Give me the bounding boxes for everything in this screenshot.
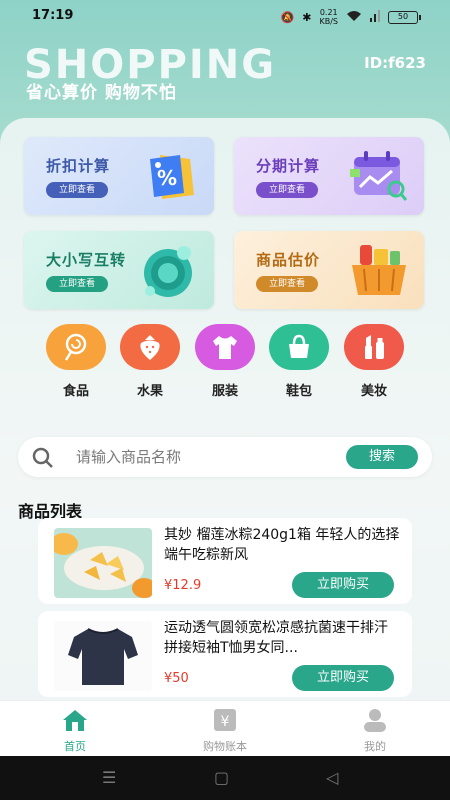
category-icon-bg <box>269 324 329 370</box>
lipstick-icon <box>365 335 384 359</box>
lollipop-icon <box>64 333 87 361</box>
view-button[interactable]: 立即查看 <box>46 182 108 198</box>
search-icon <box>32 447 53 468</box>
home-icon <box>25 707 125 733</box>
category-clothing[interactable]: 服装 <box>195 324 255 399</box>
search-bar: 搜索 <box>18 437 432 477</box>
tab-ledger[interactable]: ¥ 购物账本 <box>175 707 275 754</box>
product-name: 运动透气圆领宽松凉感抗菌速干排汗拼接短袖T恤男女同... <box>164 620 388 656</box>
product-card[interactable]: 运动透气圆领宽松凉感抗菌速干排汗拼接短袖T恤男女同... ¥50 立即购买 <box>38 611 412 697</box>
category-fruit[interactable]: 水果 <box>120 324 180 399</box>
category-icon-bg <box>195 324 255 370</box>
discount-tag-icon: % <box>138 145 200 207</box>
tab-label: 首页 <box>64 740 86 753</box>
buy-now-button[interactable]: 立即购买 <box>292 572 394 598</box>
category-label: 美妆 <box>360 384 387 399</box>
category-cosmetics[interactable]: 美妆 <box>344 324 404 399</box>
wifi-icon <box>346 10 362 25</box>
category-icon-bg <box>120 324 180 370</box>
ledger-icon: ¥ <box>175 707 275 733</box>
category-icon-bg <box>46 324 106 370</box>
user-id: ID:f623 <box>364 54 426 72</box>
tab-profile[interactable]: 我的 <box>325 707 425 754</box>
buy-now-button[interactable]: 立即购买 <box>292 665 394 691</box>
bluetooth-icon: ✱ <box>302 10 312 24</box>
mute-icon: 🔕 <box>280 10 295 24</box>
status-icons: 🔕 ✱ 0.21 KB/S 50 <box>280 8 421 26</box>
shopping-basket-icon <box>348 239 410 301</box>
view-button[interactable]: 立即查看 <box>256 182 318 198</box>
calendar-chart-icon <box>348 145 410 207</box>
product-price: ¥50 <box>164 671 189 686</box>
battery-icon: 50 <box>388 10 421 24</box>
system-nav-bar: ☰ ▢ ◁ <box>0 756 450 800</box>
tab-label: 购物账本 <box>203 740 247 753</box>
tool-card-discount[interactable]: 折扣计算 立即查看 % <box>24 137 214 215</box>
tool-title: 分期计算 <box>256 157 321 175</box>
back-icon[interactable]: ◁ <box>326 768 338 787</box>
menu-icon[interactable]: ☰ <box>102 768 116 787</box>
handbag-icon <box>289 334 309 358</box>
strawberry-icon <box>140 335 160 360</box>
search-input[interactable] <box>76 445 336 469</box>
network-speed-unit: KB/S <box>319 17 338 26</box>
view-button[interactable]: 立即查看 <box>46 276 108 292</box>
signal-icon <box>370 9 380 25</box>
tool-card-installment[interactable]: 分期计算 立即查看 <box>234 137 424 215</box>
search-button[interactable]: 搜索 <box>346 445 418 469</box>
category-label: 水果 <box>136 384 163 399</box>
coin-icon <box>138 239 200 301</box>
user-icon <box>325 707 425 733</box>
home-square-icon[interactable]: ▢ <box>214 768 229 787</box>
product-image <box>54 621 152 691</box>
category-shoes-bags[interactable]: 鞋包 <box>269 324 329 399</box>
svg-text:¥: ¥ <box>221 714 230 730</box>
status-time: 17:19 <box>32 8 74 23</box>
tab-label: 我的 <box>364 740 386 753</box>
tool-title: 折扣计算 <box>46 157 111 175</box>
network-speed: 0.21 KB/S <box>319 8 338 26</box>
slogan: 省心算价 购物不怕 <box>26 83 177 103</box>
svg-text:%: % <box>157 166 177 190</box>
network-speed-value: 0.21 <box>319 8 338 17</box>
category-icon-bg <box>344 324 404 370</box>
category-label: 食品 <box>62 384 89 399</box>
category-label: 鞋包 <box>285 384 312 399</box>
category-food[interactable]: 食品 <box>46 324 106 399</box>
product-card[interactable]: 其妙 榴莲冰粽240g1箱 年轻人的选择 端午吃粽新风 ¥12.9 立即购买 <box>38 518 412 604</box>
tool-card-valuation[interactable]: 商品估价 立即查看 <box>234 231 424 309</box>
product-name: 其妙 榴莲冰粽240g1箱 年轻人的选择 端午吃粽新风 <box>164 527 400 563</box>
product-image <box>54 528 152 598</box>
tool-card-case-convert[interactable]: 大小写互转 立即查看 <box>24 231 214 309</box>
product-price: ¥12.9 <box>164 578 202 593</box>
status-bar: 17:19 🔕 ✱ 0.21 KB/S 50 <box>0 0 450 32</box>
bottom-tab-bar: 首页 ¥ 购物账本 我的 <box>0 700 450 756</box>
view-button[interactable]: 立即查看 <box>256 276 318 292</box>
tool-title: 商品估价 <box>256 251 321 269</box>
shirt-icon <box>213 336 237 359</box>
tab-home[interactable]: 首页 <box>25 707 125 754</box>
category-label: 服装 <box>211 384 238 399</box>
tool-title: 大小写互转 <box>46 251 127 269</box>
